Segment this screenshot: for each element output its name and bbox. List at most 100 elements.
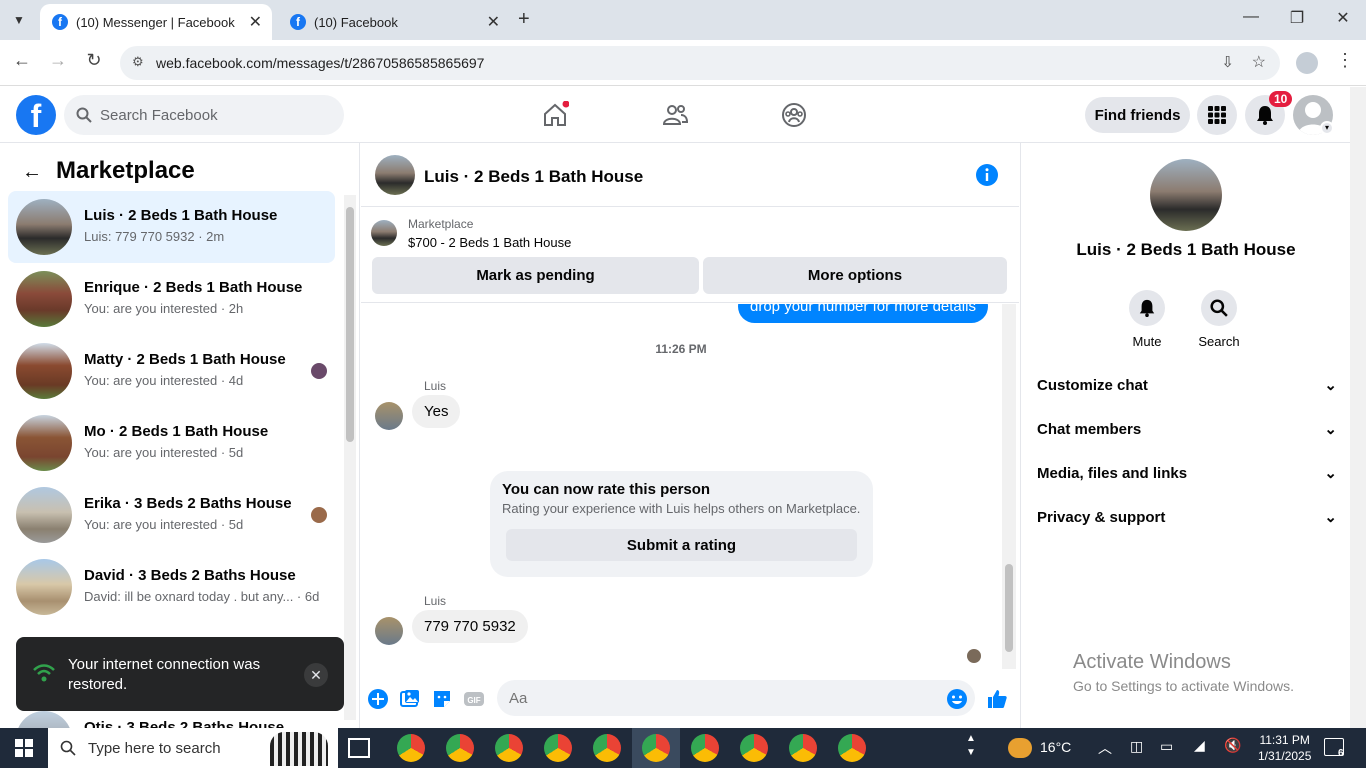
sticker-icon[interactable] [431,688,453,710]
menu-button[interactable] [1197,95,1237,135]
chrome-app-icon[interactable] [691,734,719,762]
incoming-message[interactable]: 779 770 5932 [412,610,528,643]
tab-facebook[interactable]: f (10) Facebook ✕ [278,4,510,40]
outgoing-message[interactable]: drop your number for more details [738,304,988,323]
facebook-favicon-icon: f [290,14,306,30]
browser-menu-icon[interactable]: ⋮ [1336,50,1354,71]
chat-title[interactable]: Luis · 2 Beds 1 Bath House [424,167,643,187]
search-icon [1210,299,1228,317]
mute-label: Mute [1132,334,1162,349]
mark-as-pending-button[interactable]: Mark as pending [372,257,699,294]
toast-close-icon[interactable]: ✕ [304,663,328,687]
privacy-support-section[interactable]: Privacy & support ⌄ [1037,497,1337,537]
listing-thumbnail[interactable] [371,220,397,246]
clock-time: 11:31 PM [1259,733,1310,747]
home-icon[interactable] [541,101,569,129]
volume-muted-icon[interactable]: 🔇 [1224,737,1241,754]
chrome-app-icon[interactable] [544,734,572,762]
gif-icon[interactable]: GIF [463,688,485,710]
reload-icon[interactable]: ↻ [80,50,108,71]
account-chevron-icon[interactable]: ▾ [1320,121,1334,135]
chevron-down-icon: ⌄ [1324,377,1337,394]
site-info-icon[interactable]: ⚙ [132,54,144,70]
conversation-preview: You: are you interested · 5d [84,445,244,460]
conversation-item-david[interactable]: David · 3 Beds 2 Baths House David: ill … [8,551,335,623]
tab-search-chevron-icon[interactable]: ▼ [6,8,32,32]
start-button[interactable] [0,728,48,768]
media-files-links-section[interactable]: Media, files and links ⌄ [1037,453,1337,493]
message-composer: GIF [361,673,1019,723]
address-bar[interactable]: ⚙ web.facebook.com/messages/t/2867058658… [120,46,1280,80]
chrome-app-icon[interactable] [397,734,425,762]
friends-icon[interactable] [661,101,689,129]
conversation-item-erika[interactable]: Erika · 3 Beds 2 Baths House You: are yo… [8,479,335,551]
chrome-app-icon[interactable] [838,734,866,762]
scrollbar-thumb[interactable] [346,207,354,442]
chrome-app-icon[interactable] [740,734,768,762]
install-app-icon[interactable]: ⇩ [1221,53,1234,71]
sender-avatar[interactable] [375,617,403,645]
customize-chat-section[interactable]: Customize chat ⌄ [1037,365,1337,405]
close-tab-icon[interactable]: ✕ [487,12,500,32]
conversation-item-luis[interactable]: Luis · 2 Beds 1 Bath House Luis: 779 770… [8,191,335,263]
facebook-logo[interactable]: f [16,95,56,135]
thumbs-up-icon[interactable] [986,688,1008,710]
profile-photo[interactable] [1150,159,1222,231]
taskbar-search-box[interactable]: Type here to search [48,728,338,768]
conversation-item-enrique[interactable]: Enrique · 2 Beds 1 Bath House You: are y… [8,263,335,335]
chrome-app-icon[interactable] [789,734,817,762]
chrome-app-icon[interactable] [593,734,621,762]
close-tab-icon[interactable]: ✕ [249,12,262,32]
message-input[interactable] [497,680,975,716]
forward-arrow-icon[interactable]: → [44,50,72,71]
facebook-search-input[interactable]: Search Facebook [64,95,344,135]
scrollbar-thumb[interactable] [1005,564,1013,652]
chrome-app-icon[interactable] [642,734,670,762]
conversation-item-mo[interactable]: Mo · 2 Beds 1 Bath House You: are you in… [8,407,335,479]
emoji-icon[interactable] [946,688,968,710]
back-arrow-icon[interactable]: ← [8,50,36,71]
submit-rating-button[interactable]: Submit a rating [506,529,857,561]
groups-icon[interactable] [780,101,808,129]
taskbar-scroll-arrows-icon[interactable]: ▲ ▼ [966,732,976,760]
tab-messenger[interactable]: f (10) Messenger | Facebook ✕ [40,4,272,40]
plus-circle-icon[interactable] [367,688,389,710]
message-scrollbar[interactable] [1002,304,1016,669]
chat-members-section[interactable]: Chat members ⌄ [1037,409,1337,449]
conversation-name: Mo · 2 Beds 1 Bath House [84,423,269,440]
restore-icon[interactable]: ❐ [1282,8,1312,28]
chat-avatar[interactable] [375,155,415,195]
battery-icon[interactable]: ▭ [1160,738,1173,755]
chat-panel: Luis · 2 Beds 1 Bath House Marketplace $… [361,143,1019,728]
section-label: Media, files and links [1037,464,1188,482]
network-icon[interactable]: ◢ [1194,737,1205,754]
search-conversation-button[interactable]: Search [1189,290,1249,349]
bookmark-star-icon[interactable]: ☆ [1252,52,1266,72]
info-icon[interactable] [975,163,999,187]
conversation-list-scrollbar[interactable] [344,195,356,720]
conversation-item-matty[interactable]: Matty · 2 Beds 1 Bath House You: are you… [8,335,335,407]
meet-now-icon[interactable]: ◫ [1130,738,1143,755]
sender-avatar[interactable] [375,402,403,430]
mute-button[interactable]: Mute [1117,290,1177,349]
find-friends-button[interactable]: Find friends [1085,97,1190,133]
close-window-icon[interactable]: ✕ [1328,8,1358,28]
listing-price[interactable]: $700 - 2 Beds 1 Bath House [408,235,571,250]
incoming-message[interactable]: Yes [412,395,461,428]
back-arrow-icon[interactable]: ← [22,161,42,184]
photo-icon[interactable] [399,688,421,710]
more-options-button[interactable]: More options [703,257,1007,294]
profile-icon[interactable] [1296,52,1318,74]
weather-icon[interactable] [1008,738,1032,758]
minimize-icon[interactable]: — [1236,8,1266,26]
chevron-down-icon: ⌄ [1324,509,1337,526]
tray-chevron-up-icon[interactable]: ︿ [1098,738,1112,758]
task-view-icon[interactable] [348,738,370,758]
chrome-app-icon[interactable] [446,734,474,762]
chrome-app-icon[interactable] [495,734,523,762]
listing-thumbnail [16,711,72,728]
new-tab-plus-icon[interactable]: + [518,8,530,31]
page-scrollbar[interactable] [1350,87,1366,728]
weather-temperature[interactable]: 16°C [1040,739,1071,755]
tray-clock[interactable]: 11:31 PM 1/31/2025 [1258,732,1311,764]
